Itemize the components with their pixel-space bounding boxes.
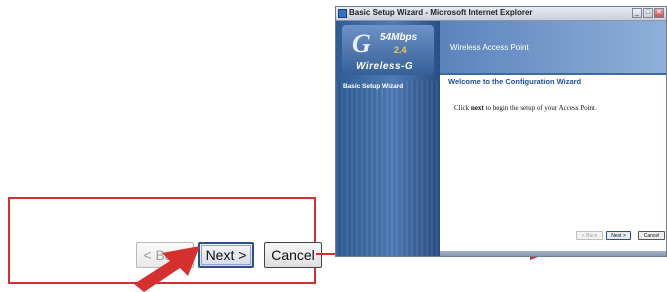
logo-product: Wireless-G (356, 61, 414, 72)
sidebar-item-basic-setup-wizard[interactable]: Basic Setup Wizard (343, 83, 403, 90)
close-icon[interactable]: ✕ (654, 8, 664, 18)
page-title: Welcome to the Configuration Wizard (448, 77, 582, 86)
cancel-button[interactable]: Cancel (638, 231, 665, 240)
wizard-sidebar: G 54Mbps 2.4 Wireless-G Basic Setup Wiza… (336, 21, 440, 256)
instruction-text: Click next to begin the setup of your Ac… (454, 104, 597, 112)
header-title: Wireless Access Point (450, 43, 529, 52)
header-divider (440, 73, 666, 75)
logo-speed: 54Mbps (380, 32, 418, 43)
window-title: Basic Setup Wizard - Microsoft Internet … (349, 8, 533, 17)
page-header: Wireless Access Point (440, 21, 666, 73)
pointer-arrow-icon (134, 246, 200, 292)
window-footer (440, 251, 666, 256)
ie-icon (338, 9, 347, 18)
next-button[interactable]: Next > (606, 231, 631, 240)
title-bar: Basic Setup Wizard - Microsoft Internet … (336, 7, 666, 21)
instruction-bold: next (470, 104, 484, 112)
wireless-g-logo: G 54Mbps 2.4 Wireless-G (342, 25, 434, 75)
maximize-icon[interactable]: □ (643, 8, 653, 18)
browser-window: Basic Setup Wizard - Microsoft Internet … (335, 6, 667, 257)
instruction-prefix: Click (454, 104, 471, 112)
minimize-icon[interactable]: _ (632, 8, 642, 18)
back-button[interactable]: < Back (576, 231, 603, 240)
logo-band: 2.4 (394, 45, 407, 55)
logo-g-glyph: G (352, 29, 371, 58)
cancel-button-zoomed[interactable]: Cancel (264, 242, 322, 268)
instruction-suffix: to begin the setup of your Access Point. (483, 104, 597, 112)
